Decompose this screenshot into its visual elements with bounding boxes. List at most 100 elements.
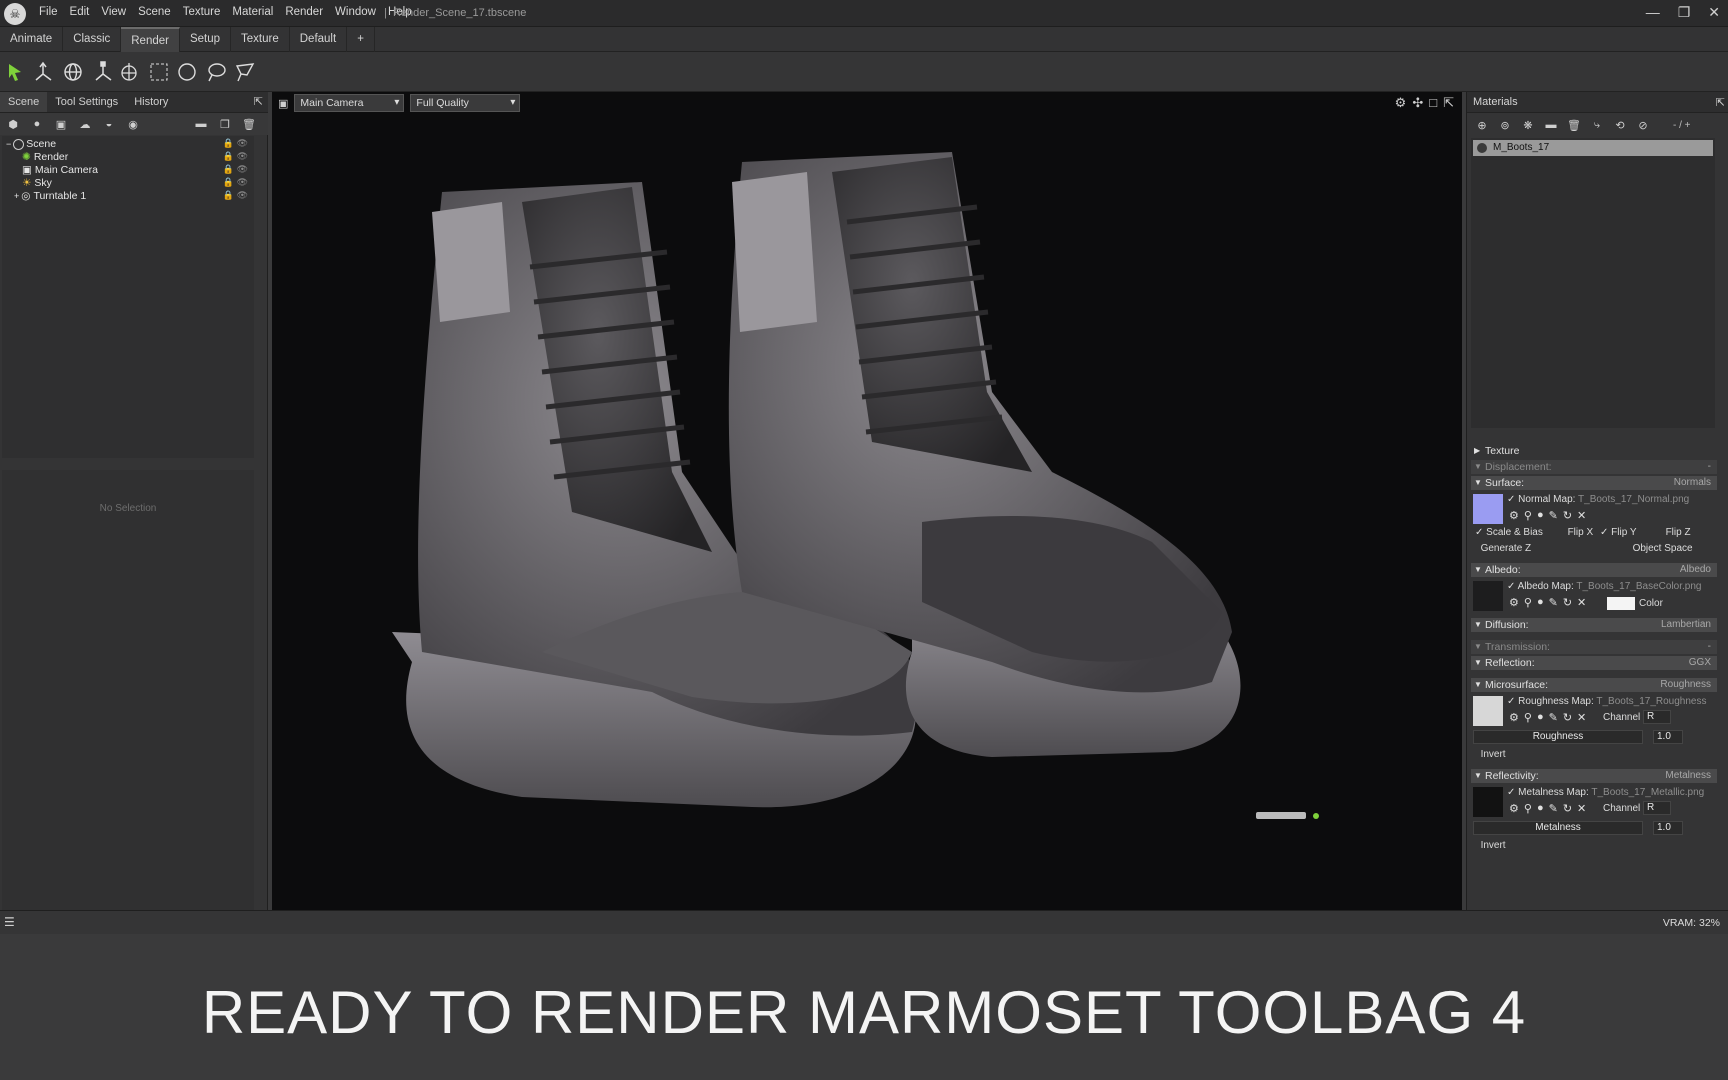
reload-icon[interactable]: ↻ xyxy=(1563,596,1572,609)
remove-icon[interactable]: ✕ xyxy=(1577,711,1586,724)
menu-window[interactable]: Window xyxy=(329,6,382,18)
section-surface[interactable]: Surface:Normals xyxy=(1471,476,1717,490)
metalness-value-field[interactable]: 1.0 xyxy=(1653,821,1683,835)
gear-icon[interactable]: ⚙ xyxy=(1395,95,1407,111)
restore-icon[interactable]: ❐ xyxy=(1678,4,1691,21)
folder-icon[interactable]: ▬ xyxy=(194,117,208,131)
lock-visibility-icons[interactable]: 🔒 👁 xyxy=(223,177,248,188)
material-counter[interactable]: - / + xyxy=(1673,120,1691,131)
add-shadow-catcher-icon[interactable]: ◒ xyxy=(102,117,116,131)
add-light-icon[interactable]: ● xyxy=(30,117,44,131)
material-item-selected[interactable]: M_Boots_17 xyxy=(1473,140,1713,156)
remove-icon[interactable]: ✕ xyxy=(1577,802,1586,815)
generate-z-checkbox[interactable]: Generate Z xyxy=(1475,543,1532,554)
polygon-lasso-icon[interactable] xyxy=(234,61,256,83)
add-camera-icon[interactable]: ▣ xyxy=(54,117,68,131)
pick-material-icon[interactable]: ❋ xyxy=(1521,118,1535,132)
move-icon[interactable] xyxy=(32,61,54,83)
add-tab-button[interactable]: + xyxy=(347,27,375,52)
search-icon[interactable]: ⚲ xyxy=(1524,802,1532,815)
roughness-map-file[interactable]: T_Boots_17_Roughness xyxy=(1596,696,1706,707)
camera-select[interactable]: Main Camera xyxy=(294,94,405,112)
move-view-icon[interactable]: ✣ xyxy=(1412,95,1423,111)
folder-icon[interactable]: ▬ xyxy=(1544,118,1558,132)
tree-item-main-camera[interactable]: ▣ Main Camera 🔒 👁 xyxy=(2,163,254,177)
metalness-map-file[interactable]: T_Boots_17_Metallic.png xyxy=(1591,787,1704,798)
albedo-map-file[interactable]: T_Boots_17_BaseColor.png xyxy=(1576,581,1701,592)
menu-view[interactable]: View xyxy=(95,6,132,18)
tab-history[interactable]: History xyxy=(126,92,176,112)
flip-y-checkbox[interactable]: ✓ Flip Y xyxy=(1600,527,1637,538)
duplicate-material-icon[interactable]: ⊚ xyxy=(1498,118,1512,132)
add-material-icon[interactable]: ⊕ xyxy=(1475,118,1489,132)
add-mesh-icon[interactable]: ⬢ xyxy=(6,117,20,131)
metalness-slider[interactable]: Metalness xyxy=(1473,821,1643,835)
tab-scene[interactable]: Scene xyxy=(0,92,48,112)
popout-icon[interactable]: ⇱ xyxy=(254,95,263,108)
tab-render[interactable]: Render xyxy=(121,27,180,52)
render-viewport[interactable]: ▣ Main Camera Full Quality ⚙ ✣ □ ⇱ xyxy=(272,92,1462,910)
brush-icon[interactable]: ✎ xyxy=(1549,596,1558,609)
section-reflection[interactable]: Reflection:GGX xyxy=(1471,656,1717,670)
console-icon[interactable]: ☰ xyxy=(4,915,15,929)
brush-icon[interactable]: ✎ xyxy=(1549,802,1558,815)
roughness-slider[interactable]: Roughness xyxy=(1473,730,1643,744)
tab-setup[interactable]: Setup xyxy=(180,27,232,52)
roughness-map-thumbnail[interactable] xyxy=(1473,696,1503,726)
scale-bias-checkbox[interactable]: ✓ Scale & Bias xyxy=(1475,527,1543,538)
remove-icon[interactable]: ✕ xyxy=(1577,509,1586,522)
normal-map-file[interactable]: T_Boots_17_Normal.png xyxy=(1578,494,1689,505)
tab-animate[interactable]: Animate xyxy=(0,27,64,52)
duplicate-icon[interactable]: ❐ xyxy=(218,117,232,131)
lock-visibility-icons[interactable]: 🔒 👁 xyxy=(223,138,248,149)
navigate-icon[interactable]: ⊘ xyxy=(1636,118,1650,132)
search-icon[interactable]: ⚲ xyxy=(1524,509,1532,522)
roughness-value-field[interactable]: 1.0 xyxy=(1653,730,1683,744)
transform-icon[interactable] xyxy=(118,61,140,83)
assign-icon[interactable]: ⤷ xyxy=(1590,118,1604,132)
paint-icon[interactable]: ● xyxy=(1537,596,1544,609)
tree-item-render[interactable]: ✺ Render 🔒 👁 xyxy=(2,150,254,164)
albedo-map-thumbnail[interactable] xyxy=(1473,581,1503,611)
minimize-icon[interactable]: — xyxy=(1646,4,1660,21)
lasso-icon[interactable] xyxy=(205,61,227,83)
popout-icon[interactable]: ⇱ xyxy=(1716,96,1725,109)
menu-edit[interactable]: Edit xyxy=(64,6,96,18)
normal-map-thumbnail[interactable] xyxy=(1473,494,1503,524)
popout-icon[interactable]: ⇱ xyxy=(1443,95,1454,111)
invert-checkbox[interactable]: Invert xyxy=(1475,749,1721,760)
reload-icon[interactable]: ↻ xyxy=(1563,802,1572,815)
select-icon[interactable] xyxy=(4,61,26,83)
menu-material[interactable]: Material xyxy=(226,6,279,18)
add-sky-icon[interactable]: ☁ xyxy=(78,117,92,131)
tab-texture[interactable]: Texture xyxy=(231,27,290,52)
invert-checkbox-2[interactable]: Invert xyxy=(1475,840,1721,851)
section-reflectivity[interactable]: Reflectivity:Metalness xyxy=(1471,769,1717,783)
rotate-icon[interactable] xyxy=(62,61,84,83)
object-space-checkbox[interactable]: Object Space xyxy=(1627,543,1693,554)
flip-x-checkbox[interactable]: Flip X xyxy=(1562,527,1594,538)
metalness-map-thumbnail[interactable] xyxy=(1473,787,1503,817)
collapse-icon[interactable]: − xyxy=(6,139,11,149)
paint-icon[interactable]: ● xyxy=(1537,711,1544,724)
search-icon[interactable]: ⚲ xyxy=(1524,596,1532,609)
tab-default[interactable]: Default xyxy=(290,27,348,52)
delete-icon[interactable]: 🗑 xyxy=(242,117,256,131)
tab-classic[interactable]: Classic xyxy=(63,27,122,52)
add-material-ball-icon[interactable]: ◉ xyxy=(126,117,140,131)
lock-visibility-icons[interactable]: 🔒 👁 xyxy=(223,151,248,162)
brush-icon[interactable]: ✎ xyxy=(1549,711,1558,724)
section-transmission[interactable]: Transmission:- xyxy=(1471,640,1717,654)
maximize-icon[interactable]: □ xyxy=(1429,95,1437,111)
refresh-icon[interactable]: ⟲ xyxy=(1613,118,1627,132)
tree-item-sky[interactable]: ☀ Sky 🔒 👁 xyxy=(2,176,254,190)
scale-icon[interactable] xyxy=(92,61,114,83)
menu-scene[interactable]: Scene xyxy=(132,6,177,18)
section-displacement[interactable]: Displacement:- xyxy=(1471,460,1717,474)
remove-icon[interactable]: ✕ xyxy=(1577,596,1586,609)
paint-icon[interactable]: ● xyxy=(1537,509,1544,522)
tab-tool-settings[interactable]: Tool Settings xyxy=(47,92,126,112)
menu-file[interactable]: File xyxy=(33,6,64,18)
section-microsurface[interactable]: Microsurface:Roughness xyxy=(1471,678,1717,692)
reload-icon[interactable]: ↻ xyxy=(1563,711,1572,724)
